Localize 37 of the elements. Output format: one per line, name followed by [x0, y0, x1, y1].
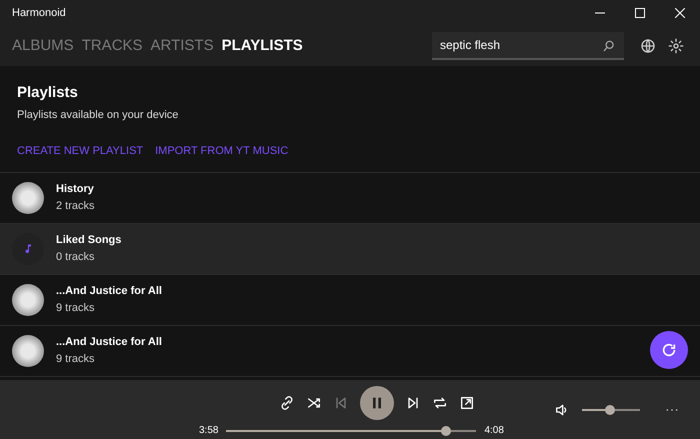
section-title: Playlists	[17, 83, 79, 103]
refresh-icon	[661, 342, 677, 358]
nav-tab[interactable]: TRACKS	[82, 34, 143, 58]
track-count: 0 tracks	[56, 250, 96, 264]
playlist-name: History	[56, 182, 95, 197]
external-link-icon[interactable]	[459, 395, 476, 411]
track-count: 2 tracks	[56, 198, 95, 214]
globe-icon[interactable]	[640, 38, 656, 54]
nav-tab[interactable]: PLAYLISTS	[222, 34, 303, 58]
search-field[interactable]: septic flesh	[432, 32, 624, 60]
album-cover	[12, 334, 44, 366]
link-icon[interactable]	[279, 395, 296, 411]
elapsed-time: 3:58	[199, 424, 218, 438]
search-icon[interactable]	[602, 39, 616, 53]
playlist-row[interactable]: Liked Songs 0 tracks	[0, 222, 700, 274]
nav-tab[interactable]: ARTISTS	[150, 34, 214, 58]
track-count: 9 tracks	[56, 300, 96, 316]
action-link[interactable]: CREATE NEW PLAYLIST	[17, 143, 144, 160]
album-cover	[12, 182, 44, 214]
playlist-name: ...And Justice for All	[56, 284, 162, 299]
window-title: Harmonoid	[12, 6, 66, 21]
playlist-name: ...And Justice for All	[56, 335, 162, 350]
slider-thumb[interactable]	[441, 426, 452, 436]
repeat-icon[interactable]	[432, 395, 448, 411]
nav-tab[interactable]: ALBUMS	[12, 34, 74, 58]
settings-icon[interactable]	[668, 38, 684, 54]
slider-thumb[interactable]	[604, 404, 615, 414]
music-note-icon	[12, 232, 44, 264]
close-icon	[675, 8, 685, 18]
action-link[interactable]: IMPORT FROM YT MUSIC	[155, 143, 288, 160]
playlist-name: Liked Songs	[56, 233, 122, 248]
duration-time: 4:08	[484, 424, 504, 438]
track-count: 9 tracks	[56, 352, 96, 366]
section-subtitle: Playlists available on your device	[17, 108, 180, 122]
album-cover	[12, 284, 44, 316]
maximize-icon	[635, 8, 645, 18]
pause-button[interactable]	[360, 386, 394, 420]
